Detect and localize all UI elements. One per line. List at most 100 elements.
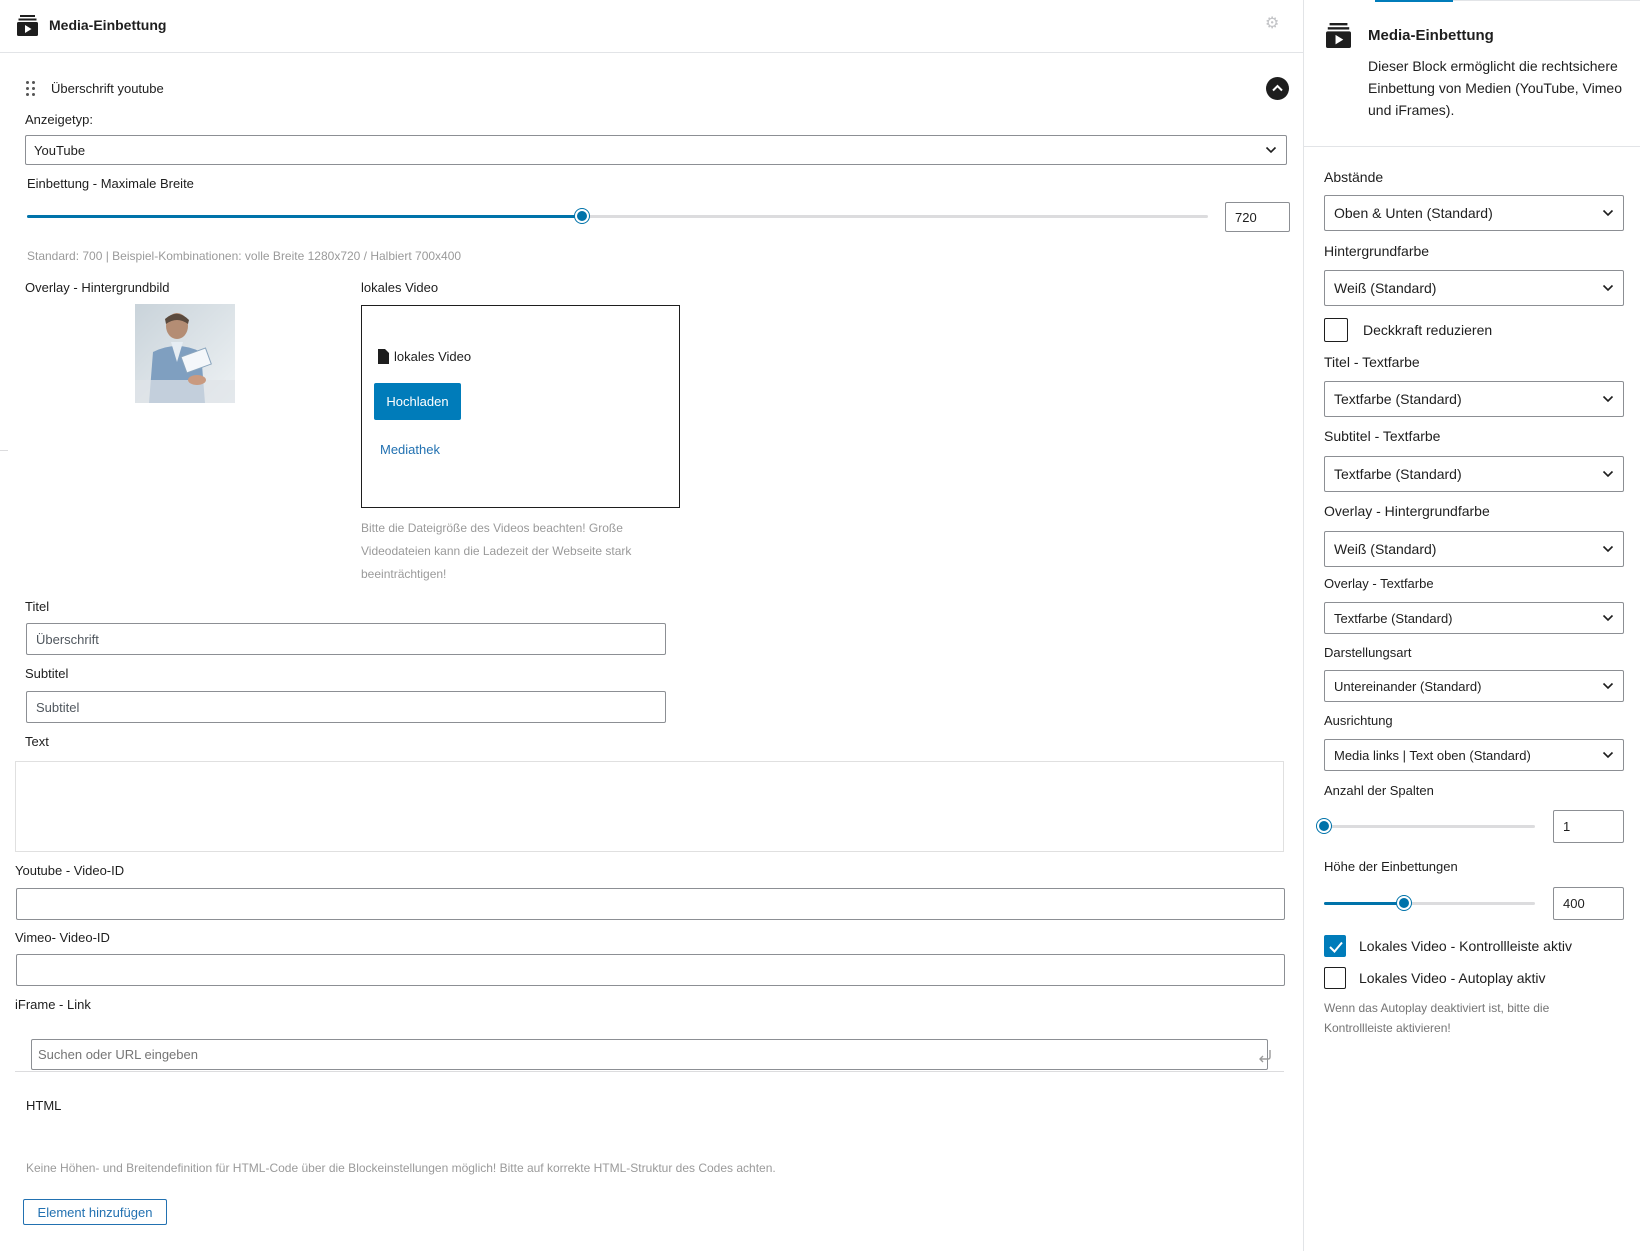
chevron-down-icon xyxy=(1602,751,1614,759)
autoplay-active-checkbox[interactable] xyxy=(1324,967,1346,989)
checkmark-icon xyxy=(1329,941,1343,953)
iframe-link-label: iFrame - Link xyxy=(15,997,91,1012)
edge-marker xyxy=(0,450,8,451)
embed-height-label: Höhe der Einbettungen xyxy=(1324,859,1458,874)
block-editor: Media-Einbettung ⚙ Überschrift youtube A… xyxy=(0,0,1303,1251)
youtube-id-input[interactable] xyxy=(16,888,1285,920)
chevron-down-icon xyxy=(1602,545,1614,553)
embed-height-input[interactable]: 400 xyxy=(1553,887,1624,920)
controls-active-label: Lokales Video - Kontrollleiste aktiv xyxy=(1359,938,1572,954)
title-color-label: Titel - Textfarbe xyxy=(1324,354,1420,370)
local-video-hint: Bitte die Dateigröße des Videos beachten… xyxy=(361,521,632,581)
local-video-label: lokales Video xyxy=(361,280,439,295)
gear-icon[interactable]: ⚙ xyxy=(1265,15,1282,32)
subtitle-color-label: Subtitel - Textfarbe xyxy=(1324,428,1441,444)
settings-sidebar: Media-Einbettung Dieser Block ermöglicht… xyxy=(1303,0,1640,1251)
media-library-link[interactable]: Mediathek xyxy=(380,442,440,457)
slider-fill xyxy=(27,215,582,218)
columns-input[interactable]: 1 xyxy=(1553,810,1624,843)
alignment-label: Ausrichtung xyxy=(1324,713,1393,728)
html-label: HTML xyxy=(26,1098,62,1113)
max-width-input[interactable]: 720 xyxy=(1225,202,1290,232)
background-color-select[interactable]: Weiß (Standard) xyxy=(1324,270,1624,306)
overlay-image-thumbnail[interactable] xyxy=(135,304,235,403)
alignment-select[interactable]: Media links | Text oben (Standard) xyxy=(1324,739,1624,771)
max-width-slider[interactable] xyxy=(27,209,1208,223)
text-editor-area[interactable] xyxy=(15,761,1284,852)
block-card-title: Media-Einbettung xyxy=(1368,27,1494,44)
block-title: Media-Einbettung xyxy=(49,17,167,33)
separator xyxy=(15,1071,1284,1072)
block-header: Media-Einbettung ⚙ xyxy=(0,0,1303,53)
collapse-toggle[interactable] xyxy=(1266,77,1289,100)
overlay-image-label: Overlay - Hintergrundbild xyxy=(25,280,170,295)
block-card: Media-Einbettung Dieser Block ermöglicht… xyxy=(1304,2,1640,147)
display-mode-value: Untereinander (Standard) xyxy=(1334,678,1482,694)
chevron-down-icon xyxy=(1602,209,1614,217)
add-element-button[interactable]: Element hinzufügen xyxy=(23,1199,167,1225)
text-field-label: Text xyxy=(25,734,49,749)
overlay-bg-color-label: Overlay - Hintergrundfarbe xyxy=(1324,503,1490,519)
max-width-hint: Standard: 700 | Beispiel-Kombinationen: … xyxy=(27,249,462,263)
background-color-label: Hintergrundfarbe xyxy=(1324,243,1430,259)
youtube-id-label: Youtube - Video-ID xyxy=(15,863,125,878)
reduce-opacity-checkbox[interactable] xyxy=(1324,318,1348,342)
enter-icon[interactable] xyxy=(1256,1048,1274,1064)
display-mode-label: Darstellungsart xyxy=(1324,645,1412,660)
slider-fill xyxy=(1324,902,1404,905)
upload-button[interactable]: Hochladen xyxy=(374,383,461,420)
display-type-select[interactable]: YouTube xyxy=(25,135,1287,165)
media-embed-icon xyxy=(17,15,38,36)
overlay-text-color-select[interactable]: Textfarbe (Standard) xyxy=(1324,602,1624,634)
tab-border xyxy=(1453,0,1640,1)
subtitle-color-select[interactable]: Textfarbe (Standard) xyxy=(1324,456,1624,492)
file-icon xyxy=(378,349,389,364)
autoplay-hint: Wenn das Autoplay deaktiviert ist, bitte… xyxy=(1324,1001,1550,1035)
display-mode-select[interactable]: Untereinander (Standard) xyxy=(1324,670,1624,702)
title-color-select[interactable]: Textfarbe (Standard) xyxy=(1324,381,1624,417)
title-color-value: Textfarbe (Standard) xyxy=(1334,391,1462,407)
slider-handle[interactable] xyxy=(575,209,589,223)
controls-active-checkbox[interactable] xyxy=(1324,935,1346,957)
html-hint: Keine Höhen- und Breitendefinition für H… xyxy=(26,1161,776,1175)
background-color-value: Weiß (Standard) xyxy=(1334,280,1437,296)
spacing-select[interactable]: Oben & Unten (Standard) xyxy=(1324,195,1624,231)
overlay-bg-color-select[interactable]: Weiß (Standard) xyxy=(1324,531,1624,567)
embed-height-slider[interactable] xyxy=(1324,896,1535,910)
columns-slider[interactable] xyxy=(1317,819,1535,833)
chevron-down-icon xyxy=(1602,470,1614,478)
chevron-down-icon xyxy=(1602,682,1614,690)
chevron-down-icon xyxy=(1602,614,1614,622)
display-type-label: Anzeigetyp: xyxy=(25,112,93,127)
subtitle-field-label: Subtitel xyxy=(25,666,69,681)
upload-title: lokales Video xyxy=(378,349,471,364)
slider-handle[interactable] xyxy=(1397,896,1411,910)
overlay-bg-color-value: Weiß (Standard) xyxy=(1334,541,1437,557)
autoplay-active-label: Lokales Video - Autoplay aktiv xyxy=(1359,970,1546,986)
chevron-down-icon xyxy=(1602,395,1614,403)
iframe-url-input[interactable]: Suchen oder URL eingeben xyxy=(31,1039,1268,1070)
upload-title-text: lokales Video xyxy=(394,349,472,364)
overlay-text-color-label: Overlay - Textfarbe xyxy=(1324,576,1434,591)
alignment-value: Media links | Text oben (Standard) xyxy=(1334,747,1531,763)
chevron-down-icon xyxy=(1602,284,1614,292)
vimeo-id-label: Vimeo- Video-ID xyxy=(15,930,110,945)
vimeo-id-input[interactable] xyxy=(16,954,1285,986)
drag-handle-icon[interactable] xyxy=(26,81,36,96)
overlay-text-color-value: Textfarbe (Standard) xyxy=(1334,610,1453,626)
display-type-value: YouTube xyxy=(34,142,86,158)
slider-handle[interactable] xyxy=(1317,819,1331,833)
spacing-value: Oben & Unten (Standard) xyxy=(1334,205,1493,221)
title-field-label: Titel xyxy=(25,599,50,614)
chevron-down-icon xyxy=(1265,146,1277,154)
subtitle-input[interactable]: Subtitel xyxy=(26,691,666,723)
subtitle-color-value: Textfarbe (Standard) xyxy=(1334,466,1462,482)
item-title: Überschrift youtube xyxy=(51,81,164,96)
max-width-label: Einbettung - Maximale Breite xyxy=(27,176,194,191)
media-embed-icon xyxy=(1326,23,1351,48)
reduce-opacity-label: Deckkraft reduzieren xyxy=(1363,322,1493,338)
local-video-upload: lokales Video Hochladen Mediathek xyxy=(361,305,680,508)
spacing-label: Abstände xyxy=(1324,169,1384,185)
title-input[interactable]: Überschrift xyxy=(26,623,666,655)
block-card-description: Dieser Block ermöglicht die rechtsichere… xyxy=(1368,58,1622,118)
